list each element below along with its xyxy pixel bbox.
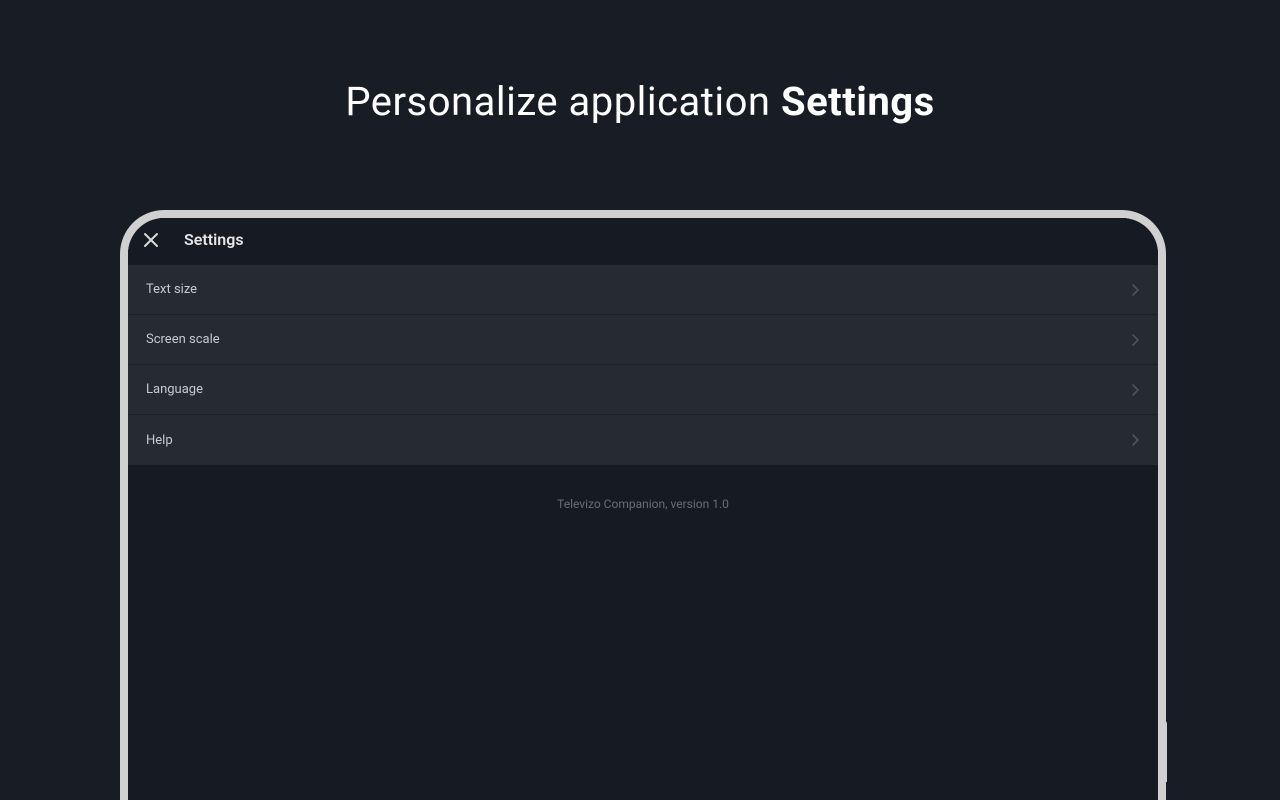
settings-item-help[interactable]: Help bbox=[128, 415, 1158, 465]
tablet-frame: Settings Text size Screen scale Language bbox=[120, 210, 1166, 800]
settings-item-label: Language bbox=[146, 382, 203, 397]
app-header: Settings bbox=[128, 218, 1158, 265]
chevron-right-icon bbox=[1130, 433, 1140, 447]
settings-item-label: Text size bbox=[146, 282, 197, 297]
marketing-heading-prefix: Personalize application bbox=[345, 78, 781, 125]
settings-item-text-size[interactable]: Text size bbox=[128, 265, 1158, 315]
page-title: Settings bbox=[184, 230, 244, 249]
version-text: Televizo Companion, version 1.0 bbox=[128, 497, 1158, 511]
tablet-screen: Settings Text size Screen scale Language bbox=[128, 218, 1158, 800]
chevron-right-icon bbox=[1130, 283, 1140, 297]
chevron-right-icon bbox=[1130, 333, 1140, 347]
settings-item-label: Screen scale bbox=[146, 332, 220, 347]
marketing-heading-bold: Settings bbox=[781, 78, 935, 125]
settings-list: Text size Screen scale Language Help bbox=[128, 265, 1158, 465]
tablet-side-button bbox=[1159, 720, 1167, 782]
chevron-right-icon bbox=[1130, 383, 1140, 397]
settings-item-language[interactable]: Language bbox=[128, 365, 1158, 415]
settings-item-label: Help bbox=[146, 433, 173, 448]
settings-item-screen-scale[interactable]: Screen scale bbox=[128, 315, 1158, 365]
close-icon[interactable] bbox=[142, 231, 160, 249]
marketing-heading: Personalize application Settings bbox=[0, 0, 1280, 125]
